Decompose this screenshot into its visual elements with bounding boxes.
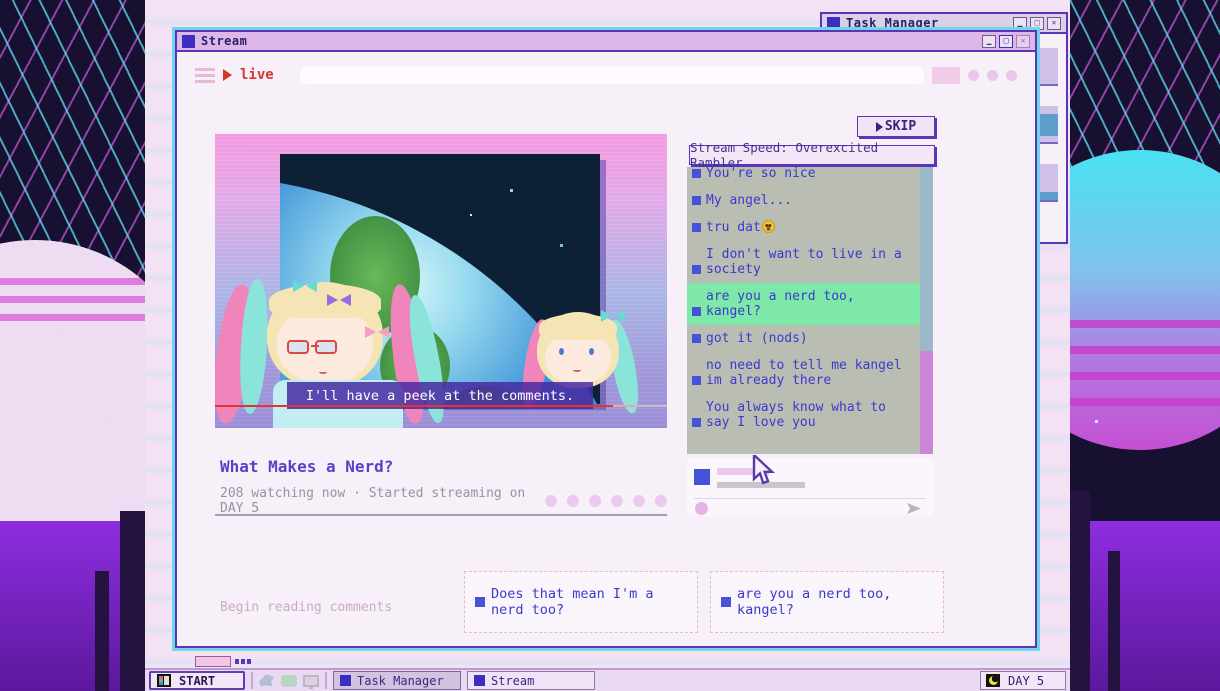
chat-comment-highlighted[interactable]: are you a nerd too, kangel?	[687, 283, 920, 325]
chat-comment[interactable]: got it (nods)	[687, 325, 920, 352]
comment-bullet-icon	[692, 418, 701, 427]
comment-bullet-icon	[692, 376, 701, 385]
task-manager-app-icon	[827, 16, 840, 30]
live-label: live	[240, 67, 274, 83]
toolbar-dot[interactable]	[987, 69, 998, 81]
star	[60, 330, 63, 333]
divider	[251, 672, 253, 689]
play-icon	[875, 121, 883, 132]
start-logo-icon	[157, 674, 171, 687]
chat-comment[interactable]: You always know what to say I love you	[687, 394, 920, 436]
bow-icon	[327, 294, 351, 306]
chat-comment[interactable]: You're so nice	[687, 167, 920, 187]
status-chip	[195, 656, 231, 667]
minimize-icon[interactable]: ▁	[982, 34, 996, 48]
close-icon[interactable]: ✕	[1047, 16, 1061, 30]
stream-body: live I'll have a peek at the comments. W…	[177, 54, 1035, 667]
toolbar-dot[interactable]	[968, 69, 979, 81]
begin-reading-label: Begin reading comments	[220, 600, 393, 615]
comment-bullet-icon	[692, 334, 701, 343]
send-icon[interactable]	[907, 503, 921, 514]
chat-comment-list[interactable]: You're so nice My angel... tru dat I don…	[687, 167, 920, 454]
start-button[interactable]: START	[149, 671, 245, 690]
comment-bullet-icon	[475, 597, 485, 607]
close-icon[interactable]: ✕	[1016, 34, 1030, 48]
monitor-app-icon[interactable]	[303, 674, 319, 689]
comment-bullet-icon	[692, 196, 701, 205]
stream-topbar: live	[195, 64, 1017, 86]
chat-comment[interactable]: no need to tell me kangel im already the…	[687, 352, 920, 394]
taskbar: START Task Manager Stream DAY 5	[145, 668, 1070, 691]
choice-button-1[interactable]: Does that mean I'm a nerd too?	[464, 571, 698, 633]
emoji-button[interactable]	[695, 502, 708, 515]
comment-bullet-icon	[692, 307, 701, 316]
chat-comment[interactable]: My angel...	[687, 187, 920, 214]
desktop: Task Manager ▁ □ ✕ Stream ▁ □ ✕ live I'l…	[145, 0, 1070, 691]
comment-bullet-icon	[692, 265, 701, 274]
stream-address-bar[interactable]	[299, 66, 924, 84]
stream-window[interactable]: Stream ▁ □ ✕ live I'll have a peek at th…	[172, 27, 1040, 667]
comment-bullet-icon	[692, 223, 701, 232]
maximize-icon[interactable]: □	[999, 34, 1013, 48]
divider	[215, 514, 667, 516]
skip-button[interactable]: SKIP	[857, 116, 935, 137]
task-manager-title: Task Manager	[846, 16, 939, 30]
thinking-emoji-icon	[761, 220, 775, 233]
star	[1095, 420, 1098, 423]
chat-scrollbar[interactable]	[920, 167, 933, 454]
video-title: What Makes a Nerd?	[220, 457, 394, 476]
chat-input-card[interactable]	[687, 458, 933, 516]
toolbar-chip[interactable]	[932, 66, 960, 84]
stream-app-icon	[182, 34, 195, 48]
stream-titlebar[interactable]: Stream ▁ □ ✕	[177, 32, 1035, 52]
comment-bullet-icon	[692, 169, 701, 178]
play-icon	[223, 69, 232, 81]
divider	[325, 672, 327, 689]
stage-rig	[1108, 551, 1120, 691]
menu-icon[interactable]	[195, 67, 215, 83]
chat-comment[interactable]: I don't want to live in a society	[687, 241, 920, 283]
task-manager-app-icon	[340, 675, 351, 686]
maximize-icon[interactable]: □	[1030, 16, 1044, 30]
divider	[694, 498, 926, 499]
minimize-icon[interactable]: ▁	[1013, 16, 1027, 30]
comment-bullet-icon	[721, 597, 731, 607]
user-avatar	[694, 469, 710, 485]
day-label: DAY 5	[1008, 673, 1045, 688]
taskbar-item-task-manager[interactable]: Task Manager	[333, 671, 461, 690]
bow-icon	[293, 280, 317, 292]
viewer-dots	[545, 495, 667, 507]
stream-speed-label: Stream Speed: Overexcited Rambler	[689, 140, 935, 170]
video-meta: 208 watching now · Started streaming on …	[220, 486, 526, 516]
system-tray[interactable]: DAY 5	[980, 671, 1066, 690]
stream-app-icon	[474, 675, 485, 686]
stream-title: Stream	[201, 34, 248, 48]
chat-app-icon[interactable]	[281, 674, 297, 687]
toolbar-dot[interactable]	[1006, 69, 1017, 81]
chat-comment[interactable]: tru dat	[687, 214, 920, 241]
choice-button-2[interactable]: are you a nerd too, kangel?	[710, 571, 944, 633]
moon-icon	[986, 674, 1000, 687]
stage-rig	[95, 571, 109, 691]
stream-progress-bar[interactable]	[215, 405, 667, 407]
taskbar-item-stream[interactable]: Stream	[467, 671, 595, 690]
bird-app-icon[interactable]	[259, 674, 275, 687]
bow-icon	[601, 310, 625, 322]
status-dots	[235, 659, 251, 664]
stream-video-player[interactable]: I'll have a peek at the comments.	[215, 134, 667, 428]
star	[110, 420, 113, 423]
bow-icon	[365, 326, 389, 338]
mouse-cursor	[752, 455, 776, 485]
